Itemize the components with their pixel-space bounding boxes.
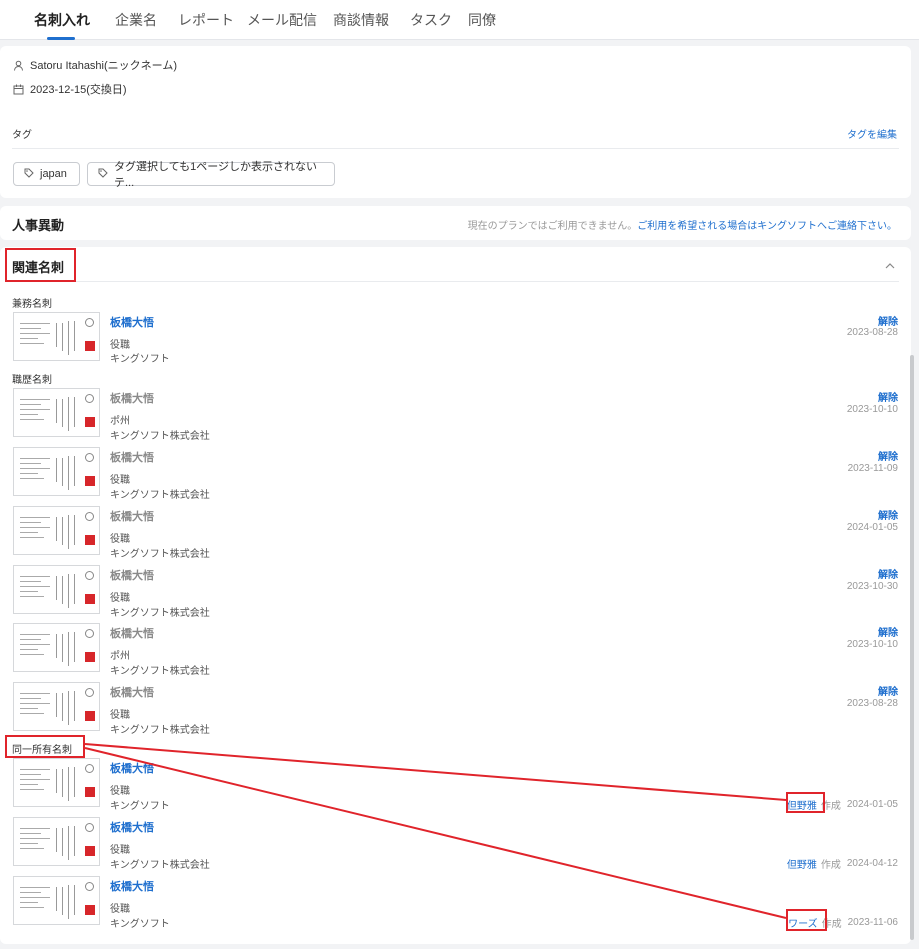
- personnel-change-panel: 人事異動 現在のプランではご利用できません。ご利用を希望される場合はキングソフト…: [0, 206, 911, 240]
- card-date: 2023-11-06: [847, 917, 898, 928]
- card-person-name[interactable]: 板橋大悟: [110, 684, 154, 700]
- active-tab-indicator: [47, 37, 75, 40]
- tag-icon: [98, 168, 108, 181]
- card-company: キングソフト株式会社: [110, 549, 210, 560]
- card-company: キングソフト株式会社: [110, 490, 210, 501]
- created-label: 作成: [820, 860, 841, 871]
- card-date: 2023-11-09: [847, 463, 898, 474]
- card-role: 役職: [110, 475, 130, 486]
- card-company: キングソフト株式会社: [110, 608, 210, 619]
- card-date: 2023-10-10: [846, 639, 898, 650]
- card-date: 2024-01-05: [846, 522, 898, 533]
- card-date: 2024-04-12: [846, 858, 898, 869]
- business-card-thumbnail[interactable]: [13, 388, 100, 437]
- business-card-thumbnail[interactable]: [13, 623, 100, 672]
- annotation-box-related-title: [5, 248, 76, 282]
- card-company: キングソフト株式会社: [110, 860, 210, 871]
- unlink-button[interactable]: 解除: [878, 389, 898, 404]
- business-card-thumbnail[interactable]: [13, 876, 100, 925]
- divider: [12, 148, 899, 149]
- card-date: 2024-01-05: [846, 799, 898, 810]
- owner-name[interactable]: 但野雅: [787, 856, 817, 871]
- tab-mail[interactable]: メール配信: [247, 10, 317, 30]
- card-person-name[interactable]: 板橋大悟: [110, 508, 154, 524]
- annotation-box-owner-1: [786, 792, 825, 813]
- unlink-button[interactable]: 解除: [878, 624, 898, 639]
- scrollbar[interactable]: [910, 355, 914, 940]
- tag-chip-long[interactable]: タグ選択しても1ページしか表示されないテ...: [87, 161, 335, 189]
- card-person-name[interactable]: 板橋大悟: [110, 567, 154, 583]
- calendar-icon: [12, 83, 24, 95]
- plan-notice: 現在のプランではご利用できません。ご利用を希望される場合はキングソフトへご連絡下…: [468, 217, 897, 232]
- business-card-thumbnail[interactable]: [13, 565, 100, 614]
- tab-colleagues[interactable]: 同僚: [468, 10, 496, 30]
- card-date: 2023-08-28: [846, 698, 898, 709]
- business-card-thumbnail[interactable]: [13, 312, 100, 361]
- card-company: キングソフト株式会社: [110, 725, 210, 736]
- unlink-button[interactable]: 解除: [878, 683, 898, 698]
- card-person-name[interactable]: 板橋大悟: [110, 760, 154, 776]
- card-role: 役職: [110, 904, 130, 915]
- personnel-change-title: 人事異動: [12, 218, 65, 233]
- card-role: ポ州: [110, 416, 130, 427]
- card-company: キングソフト: [110, 801, 170, 812]
- unlink-button[interactable]: 解除: [878, 566, 898, 581]
- tags-heading: タグ: [12, 130, 32, 141]
- card-role: 役職: [110, 710, 130, 721]
- contact-link[interactable]: ご利用を希望される場合はキングソフトへご連絡下さい。: [637, 221, 897, 232]
- unlink-button[interactable]: 解除: [878, 448, 898, 463]
- nickname-text: Satoru Itahashi(ニックネーム): [30, 60, 177, 72]
- business-card-thumbnail[interactable]: [13, 506, 100, 555]
- divider: [12, 281, 899, 282]
- tab-report[interactable]: レポート: [178, 10, 234, 30]
- exchange-date-text: 2023-12-15(交換日): [30, 84, 127, 96]
- unlink-button[interactable]: 解除: [878, 313, 898, 328]
- card-company: キングソフト株式会社: [110, 431, 210, 442]
- business-card-thumbnail[interactable]: [13, 758, 100, 807]
- tag-chip-label: タグ選択しても1ページしか表示されないテ...: [114, 161, 318, 189]
- owner-info: 但野雅 作成 2024-04-12: [787, 856, 898, 871]
- profile-panel: Satoru Itahashi(ニックネーム) 2023-12-15(交換日) …: [0, 46, 911, 198]
- card-company: キングソフト株式会社: [110, 666, 210, 677]
- card-date: 2023-08-28: [846, 327, 898, 338]
- plan-notice-text: 現在のプランではご利用できません。: [467, 221, 638, 232]
- card-person-name[interactable]: 板橋大悟: [110, 625, 154, 641]
- card-person-name[interactable]: 板橋大悟: [110, 878, 154, 894]
- card-person-name[interactable]: 板橋大悟: [110, 449, 154, 465]
- tag-chip-japan[interactable]: japan: [13, 162, 80, 186]
- card-role: 役職: [110, 534, 130, 545]
- group-label-concurrent: 兼務名刺: [12, 299, 52, 310]
- tab-company[interactable]: 企業名: [115, 10, 157, 30]
- card-role: ポ州: [110, 651, 130, 662]
- card-role: 役職: [110, 340, 130, 351]
- business-card-thumbnail[interactable]: [13, 447, 100, 496]
- tab-card-box[interactable]: 名刺入れ: [34, 10, 90, 30]
- annotation-box-shared-label: [5, 735, 85, 758]
- business-card-thumbnail[interactable]: [13, 817, 100, 866]
- annotation-box-owner-3: [786, 909, 827, 931]
- card-date: 2023-10-30: [846, 581, 898, 592]
- card-role: 役職: [110, 845, 130, 856]
- tab-deals[interactable]: 商談情報: [333, 10, 389, 30]
- card-date: 2023-10-10: [846, 404, 898, 415]
- unlink-button[interactable]: 解除: [878, 507, 898, 522]
- exchange-date-row: 2023-12-15(交換日): [12, 81, 127, 97]
- card-person-name[interactable]: 板橋大悟: [110, 390, 154, 406]
- card-role: 役職: [110, 593, 130, 604]
- card-company: キングソフト: [110, 919, 170, 930]
- chevron-up-icon[interactable]: [885, 260, 895, 272]
- card-person-name[interactable]: 板橋大悟: [110, 819, 154, 835]
- tag-chip-label: japan: [40, 168, 67, 180]
- tab-tasks[interactable]: タスク: [410, 10, 452, 30]
- card-person-name[interactable]: 板橋大悟: [110, 314, 154, 330]
- person-icon: [12, 59, 24, 71]
- edit-tags-link[interactable]: タグを編集: [847, 126, 897, 141]
- nickname-row: Satoru Itahashi(ニックネーム): [12, 57, 177, 73]
- tag-icon: [24, 168, 34, 181]
- business-card-thumbnail[interactable]: [13, 682, 100, 731]
- top-tab-bar: 名刺入れ 企業名 レポート メール配信 商談情報 タスク 同僚: [0, 0, 919, 40]
- card-role: 役職: [110, 786, 130, 797]
- card-company: キングソフト: [110, 354, 170, 365]
- group-label-history: 職歴名刺: [12, 375, 52, 386]
